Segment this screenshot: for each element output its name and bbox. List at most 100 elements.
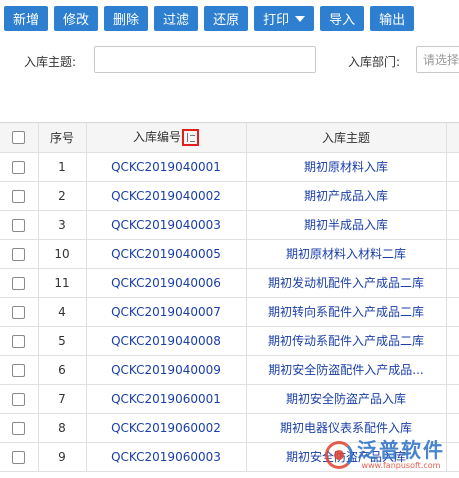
- cell-code-link[interactable]: QCKC2019060003: [86, 442, 247, 472]
- watermark-brand: 泛普软件: [357, 438, 445, 462]
- cell-subject-link[interactable]: 期初安全防盗配件入产成品...: [246, 355, 447, 385]
- table-row[interactable]: 10 QCKC2019040005 期初原材料入材料二库: [0, 239, 459, 269]
- column-header-subject[interactable]: 入库主题: [246, 123, 447, 153]
- row-select-cell[interactable]: [0, 210, 39, 240]
- row-select-cell[interactable]: [0, 413, 39, 443]
- row-checkbox[interactable]: [12, 218, 26, 232]
- table-row[interactable]: 5 QCKC2019040008 期初传动系配件入产成品二库: [0, 326, 459, 356]
- cell-code-link[interactable]: QCKC2019040002: [86, 181, 247, 211]
- caret-down-icon: [295, 15, 306, 22]
- cell-seq: 10: [38, 239, 87, 269]
- cell-code-link[interactable]: QCKC2019060001: [86, 384, 247, 414]
- print-button[interactable]: 打印: [254, 6, 315, 31]
- row-checkbox[interactable]: [12, 392, 26, 406]
- select-all-cell[interactable]: [0, 123, 39, 153]
- table-row[interactable]: 3 QCKC2019040003 期初半成品入库: [0, 210, 459, 240]
- table-row[interactable]: 1 QCKC2019040001 期初原材料入库: [0, 152, 459, 182]
- cell-code-link[interactable]: QCKC2019040005: [86, 239, 247, 269]
- watermark-url: www.fanpusoft.com: [361, 461, 441, 470]
- cell-subject-link[interactable]: 期初转向系配件入产成品二库: [246, 297, 447, 327]
- header-row: 序号 入库编号 入库主题: [0, 123, 459, 153]
- cell-subject-link[interactable]: 期初产成品入库: [246, 181, 447, 211]
- add-button[interactable]: 新增: [4, 6, 49, 31]
- cell-code-link[interactable]: QCKC2019040008: [86, 326, 247, 356]
- column-header-code-label: 入库编号: [132, 130, 181, 145]
- toolbar: 新增 修改 删除 过滤 还原 打印 导入 输出: [0, 0, 459, 37]
- row-checkbox[interactable]: [12, 450, 26, 464]
- table-row[interactable]: 4 QCKC2019040007 期初转向系配件入产成品二库: [0, 297, 459, 327]
- select-all-checkbox[interactable]: [12, 131, 26, 145]
- cell-code-link[interactable]: QCKC2019040001: [86, 152, 247, 182]
- cell-subject-link[interactable]: 期初半成品入库: [246, 210, 447, 240]
- sort-icon[interactable]: [182, 129, 199, 147]
- row-checkbox[interactable]: [12, 334, 26, 348]
- table-row[interactable]: 11 QCKC2019040006 期初发动机配件入产成品二库: [0, 268, 459, 298]
- row-checkbox[interactable]: [12, 276, 26, 290]
- cell-extra: [446, 210, 459, 240]
- table-row[interactable]: 7 QCKC2019060001 期初安全防盗产品入库: [0, 384, 459, 414]
- cell-extra: [446, 268, 459, 298]
- row-select-cell[interactable]: [0, 181, 39, 211]
- cell-seq: 5: [38, 326, 87, 356]
- dept-select[interactable]: 请选择: [416, 46, 459, 73]
- cell-code-link[interactable]: QCKC2019060002: [86, 413, 247, 443]
- grid-table: 序号 入库编号 入库主题 1 QCKC2019040001 期初原材料入库 2 QCKC…: [0, 123, 459, 472]
- dept-label: 入库部门:: [348, 55, 401, 69]
- cell-extra: [446, 239, 459, 269]
- cell-seq: 3: [38, 210, 87, 240]
- export-button[interactable]: 输出: [370, 6, 415, 31]
- cell-subject-link[interactable]: 期初原材料入材料二库: [246, 239, 447, 269]
- cell-extra: [446, 326, 459, 356]
- column-header-code[interactable]: 入库编号: [86, 123, 247, 153]
- cell-code-link[interactable]: QCKC2019040007: [86, 297, 247, 327]
- cell-subject-link[interactable]: 期初传动系配件入产成品二库: [246, 326, 447, 356]
- brand-logo-icon: [325, 440, 353, 469]
- cell-subject-link[interactable]: 期初发动机配件入产成品二库: [246, 268, 447, 298]
- row-select-cell[interactable]: [0, 355, 39, 385]
- row-checkbox[interactable]: [12, 305, 26, 319]
- edit-button[interactable]: 修改: [54, 6, 99, 31]
- filter-button[interactable]: 过滤: [154, 6, 199, 31]
- cell-code-link[interactable]: QCKC2019040009: [86, 355, 247, 385]
- cell-extra: [446, 355, 459, 385]
- data-grid: 序号 入库编号 入库主题 1 QCKC2019040001 期初原材料入库 2 QCKC…: [0, 122, 459, 478]
- row-select-cell[interactable]: [0, 239, 39, 269]
- watermark-text: 泛普软件 www.fanpusoft.com: [357, 439, 445, 470]
- cell-seq: 7: [38, 384, 87, 414]
- subject-label: 入库主题:: [24, 55, 77, 69]
- row-select-cell[interactable]: [0, 326, 39, 356]
- cell-seq: 9: [38, 442, 87, 472]
- cell-seq: 1: [38, 152, 87, 182]
- cell-extra: [446, 297, 459, 327]
- row-select-cell[interactable]: [0, 152, 39, 182]
- row-checkbox[interactable]: [12, 363, 26, 377]
- cell-seq: 4: [38, 297, 87, 327]
- cell-code-link[interactable]: QCKC2019040006: [86, 268, 247, 298]
- row-checkbox[interactable]: [12, 189, 26, 203]
- restore-button[interactable]: 还原: [204, 6, 249, 31]
- cell-seq: 2: [38, 181, 87, 211]
- import-button[interactable]: 导入: [320, 6, 365, 31]
- row-select-cell[interactable]: [0, 297, 39, 327]
- table-row[interactable]: 2 QCKC2019040002 期初产成品入库: [0, 181, 459, 211]
- row-select-cell[interactable]: [0, 442, 39, 472]
- subject-input[interactable]: [94, 46, 316, 73]
- cell-extra: [446, 413, 459, 443]
- cell-seq: 6: [38, 355, 87, 385]
- delete-button[interactable]: 删除: [104, 6, 149, 31]
- row-checkbox[interactable]: [12, 247, 26, 261]
- cell-seq: 11: [38, 268, 87, 298]
- cell-subject-link[interactable]: 期初安全防盗产品入库: [246, 384, 447, 414]
- cell-extra: [446, 181, 459, 211]
- row-select-cell[interactable]: [0, 268, 39, 298]
- cell-extra: [446, 152, 459, 182]
- table-row[interactable]: 6 QCKC2019040009 期初安全防盗配件入产成品...: [0, 355, 459, 385]
- row-checkbox[interactable]: [12, 160, 26, 174]
- row-checkbox[interactable]: [12, 421, 26, 435]
- row-select-cell[interactable]: [0, 384, 39, 414]
- column-header-extra: [446, 123, 459, 153]
- cell-subject-link[interactable]: 期初原材料入库: [246, 152, 447, 182]
- column-header-seq[interactable]: 序号: [38, 123, 87, 153]
- cell-code-link[interactable]: QCKC2019040003: [86, 210, 247, 240]
- print-button-label: 打印: [263, 13, 290, 28]
